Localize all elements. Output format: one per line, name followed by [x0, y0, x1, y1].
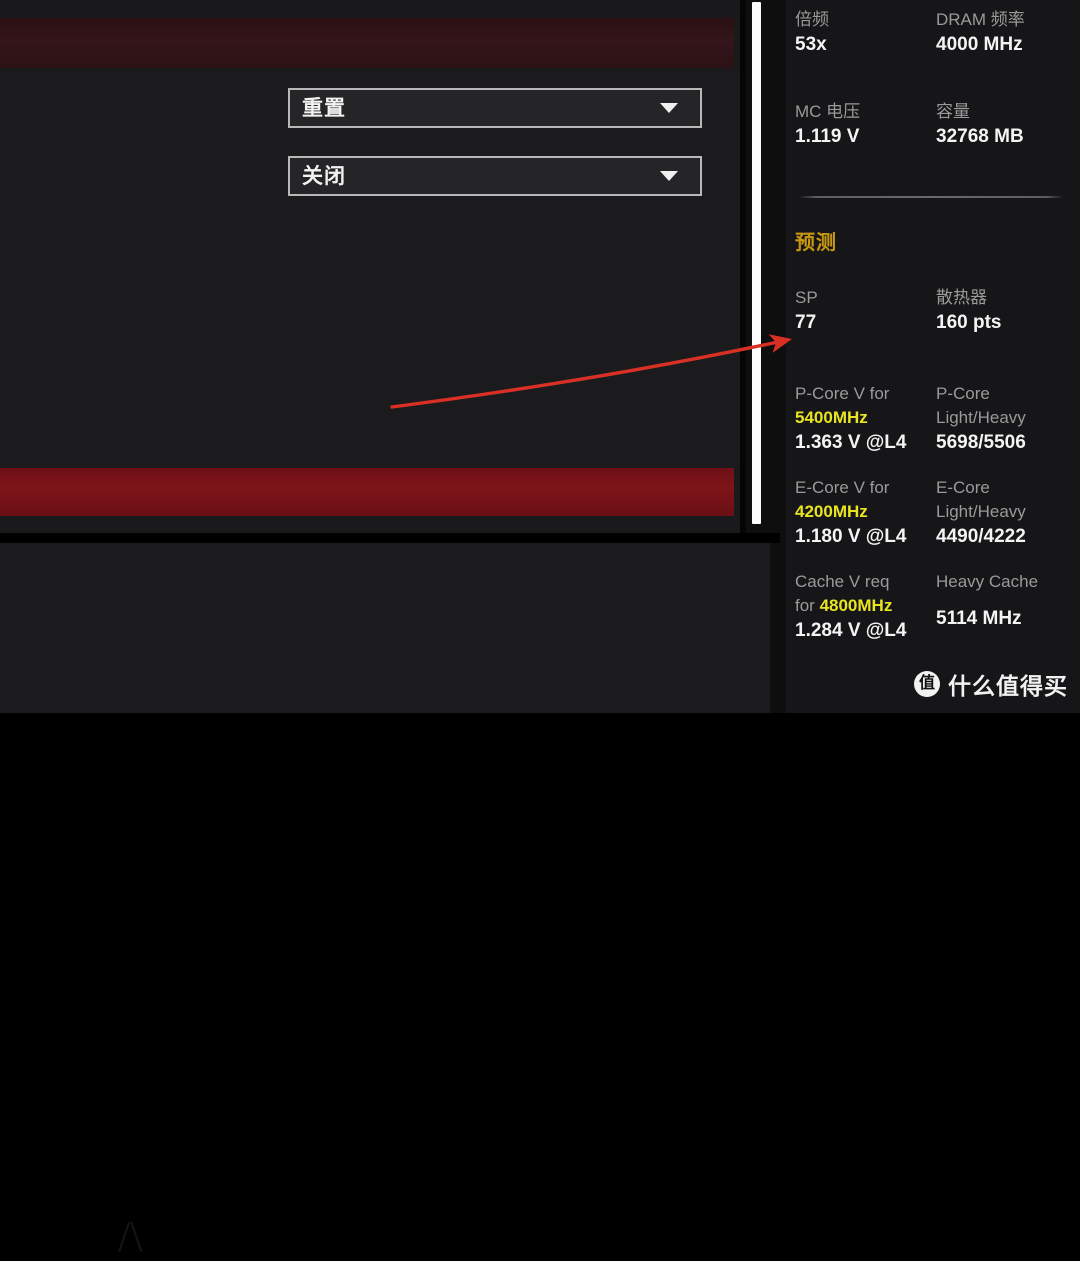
chevron-down-icon[interactable] [660, 103, 678, 113]
ecore-target-frequency: 4200MHz [795, 502, 868, 521]
app-screen: 重置 关闭 /\ 倍频 53x DRAM 频率 4000 MHz MC 电压 1… [0, 0, 1080, 1259]
stat-mc-voltage-label: MC 电压 [795, 102, 861, 121]
memory-stats-row-1: 倍频 53x DRAM 频率 4000 MHz [795, 8, 1077, 58]
stat-mc-voltage-value: 1.119 V [795, 126, 860, 147]
pcore-voltage-label: P-Core V for [795, 384, 890, 403]
stat-cooler: 散热器 160 pts [936, 286, 1077, 336]
heavy-cache-label: Heavy Cache [936, 572, 1039, 591]
cache-voltage: Cache V req for 4800MHz 1.284 V @L4 [795, 570, 936, 644]
stat-multiplier-label: 倍频 [795, 10, 829, 29]
stat-sp-label: SP [795, 288, 818, 307]
ecore-voltage-value: 1.180 V @L4 [795, 526, 907, 547]
highlight-bar-maroon [0, 18, 734, 68]
highlight-bar-red [0, 468, 734, 516]
stat-capacity-label: 容量 [936, 102, 970, 121]
dropdown-reset-label: 重置 [302, 96, 346, 120]
stat-dram-frequency-label: DRAM 频率 [936, 10, 1025, 29]
right-info-panel: 倍频 53x DRAM 频率 4000 MHz MC 电压 1.119 V 容量… [786, 0, 1080, 713]
ecore-voltage-label: E-Core V for [795, 478, 890, 497]
panel-separator [0, 533, 780, 543]
chevron-down-icon[interactable] [660, 171, 678, 181]
pcore-voltage-value: 1.363 V @L4 [795, 432, 907, 453]
stat-sp-value: 77 [795, 312, 817, 333]
stat-dram-frequency-value: 4000 MHz [936, 34, 1023, 55]
prediction-stats-row: SP 77 散热器 160 pts [795, 286, 1077, 336]
cache-voltage-value: 1.284 V @L4 [795, 620, 907, 641]
stat-capacity: 容量 32768 MB [936, 100, 1077, 150]
stat-cooler-label: 散热器 [936, 288, 987, 307]
stat-multiplier-value: 53x [795, 34, 827, 55]
ecore-clocks-label-1: E-Core [936, 478, 990, 497]
ecore-block: E-Core V for 4200MHz 1.180 V @L4 E-Core … [795, 476, 1077, 550]
dropdown-disable-label: 关闭 [302, 164, 346, 188]
vertical-scrollbar-thumb[interactable] [752, 2, 761, 524]
stat-mc-voltage: MC 电压 1.119 V [795, 100, 936, 150]
heavy-cache: Heavy Cache 5114 MHz [936, 570, 1077, 644]
stat-cooler-value: 160 pts [936, 312, 1002, 333]
smzdm-logo-icon: 值 [914, 671, 940, 697]
stat-dram-frequency: DRAM 频率 4000 MHz [936, 8, 1077, 58]
section-divider [800, 196, 1062, 198]
cache-target-frequency: 4800MHz [819, 596, 893, 615]
pcore-voltage: P-Core V for 5400MHz 1.363 V @L4 [795, 382, 936, 456]
faint-watermark-mark: /\ [118, 1212, 143, 1261]
pcore-clocks-label-2: Light/Heavy [936, 408, 1026, 427]
ecore-voltage: E-Core V for 4200MHz 1.180 V @L4 [795, 476, 936, 550]
pcore-clocks: P-Core Light/Heavy 5698/5506 [936, 382, 1077, 456]
watermark: 值 什么值得买 [914, 667, 1068, 701]
stat-capacity-value: 32768 MB [936, 126, 1024, 147]
panel-body [0, 68, 746, 468]
ecore-clocks-value: 4490/4222 [936, 526, 1026, 547]
dropdown-disable[interactable]: 关闭 [288, 156, 702, 196]
cache-for-prefix: for [795, 596, 820, 615]
panel-top-strip [0, 0, 746, 17]
left-settings-panel: 重置 关闭 [0, 0, 746, 533]
dropdown-reset[interactable]: 重置 [288, 88, 702, 128]
pcore-clocks-label-1: P-Core [936, 384, 990, 403]
prediction-section-title: 预测 [795, 232, 837, 254]
pcore-block: P-Core V for 5400MHz 1.363 V @L4 P-Core … [795, 382, 1077, 456]
bottom-panel: /\ [0, 543, 770, 1259]
stat-multiplier: 倍频 53x [795, 8, 936, 58]
cache-target-frequency-line: for 4800MHz [795, 594, 936, 618]
heavy-cache-value: 5114 MHz [936, 608, 1022, 629]
cache-block: Cache V req for 4800MHz 1.284 V @L4 Heav… [795, 570, 1077, 644]
pcore-target-frequency: 5400MHz [795, 408, 868, 427]
cache-voltage-label: Cache V req [795, 572, 890, 591]
pcore-clocks-value: 5698/5506 [936, 432, 1026, 453]
stat-sp: SP 77 [795, 286, 936, 336]
ecore-clocks: E-Core Light/Heavy 4490/4222 [936, 476, 1077, 550]
ecore-clocks-label-2: Light/Heavy [936, 502, 1026, 521]
vertical-scrollbar-track[interactable] [740, 0, 746, 533]
memory-stats-row-2: MC 电压 1.119 V 容量 32768 MB [795, 100, 1077, 150]
watermark-text: 什么值得买 [948, 673, 1068, 699]
